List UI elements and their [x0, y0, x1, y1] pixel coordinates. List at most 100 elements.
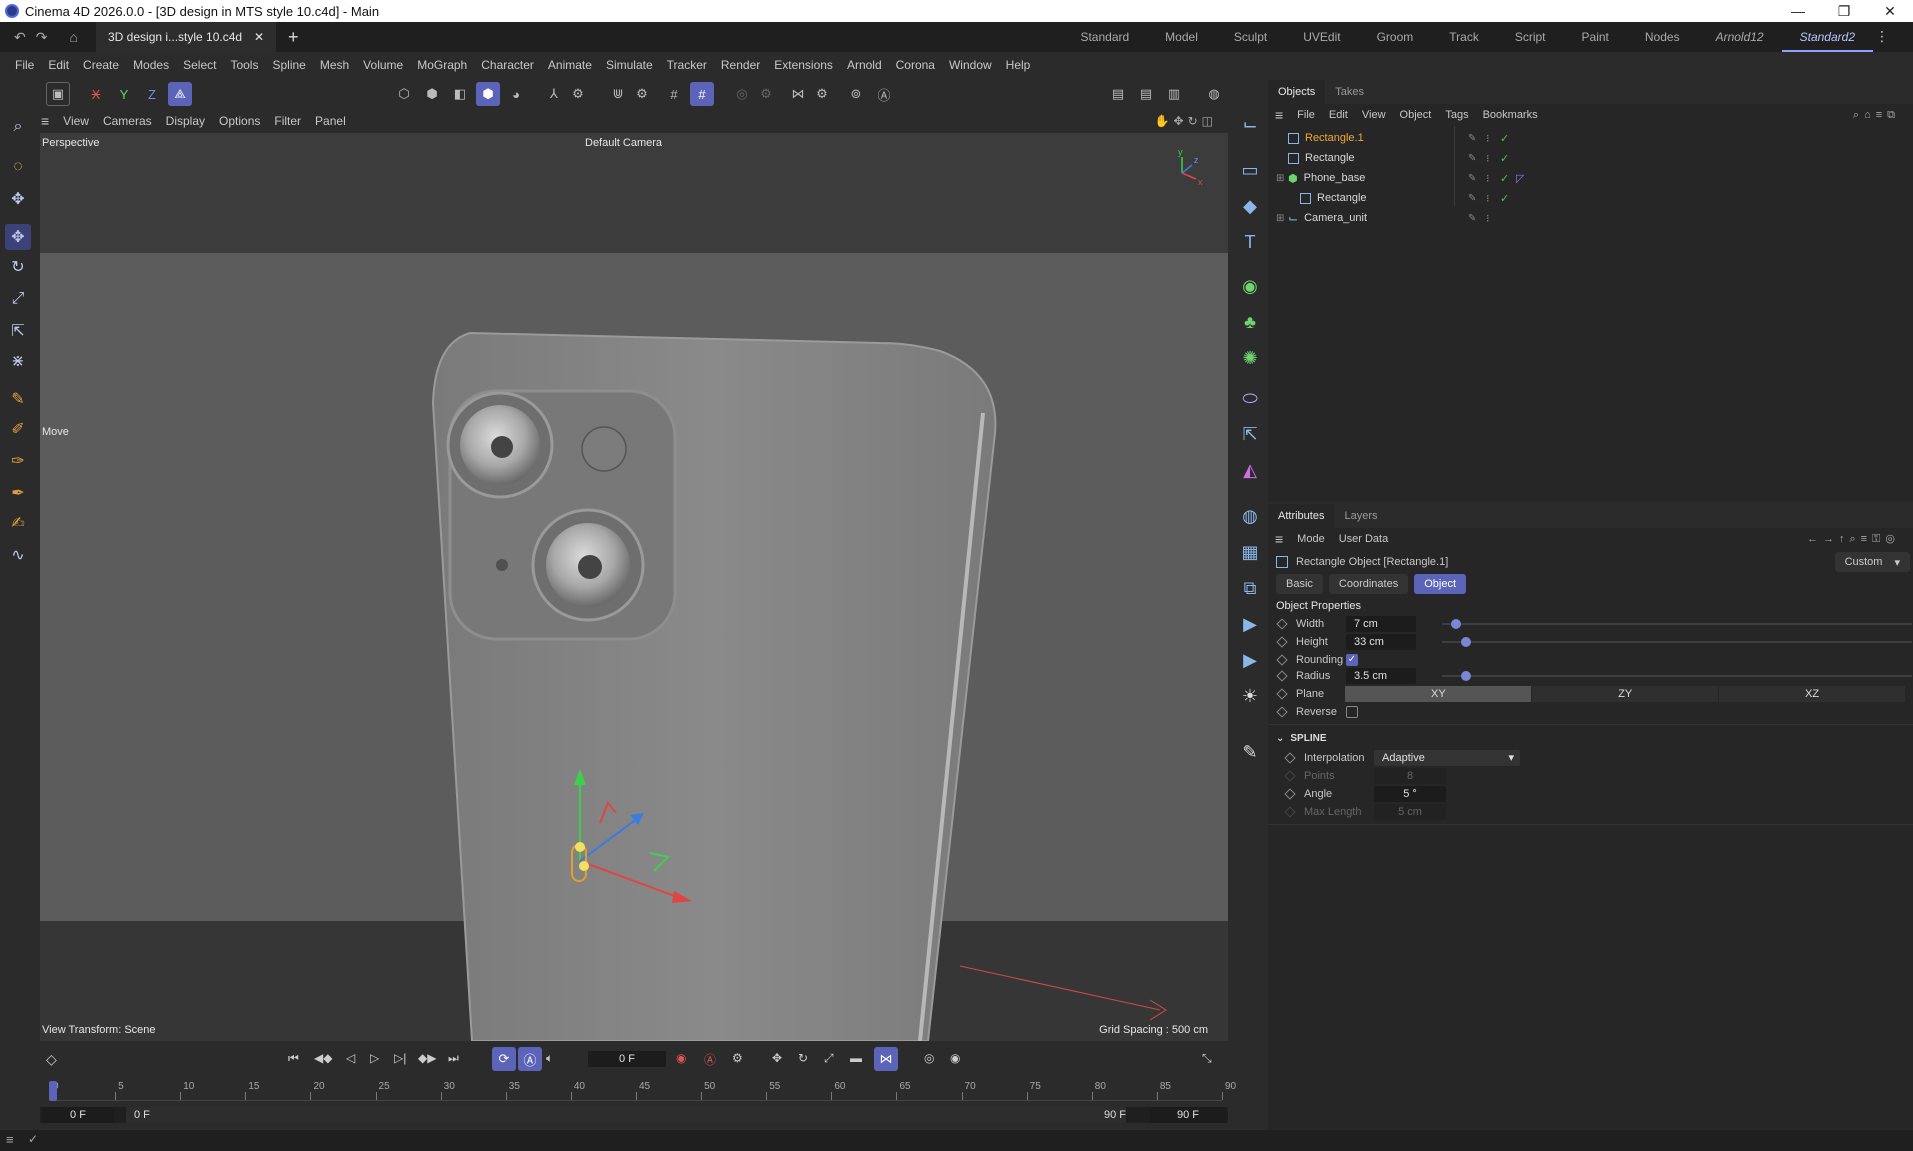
edit-icon[interactable]: ✎ [1468, 193, 1476, 204]
viewport-hamburger-icon[interactable]: ≡ [34, 113, 56, 129]
height-slider-knob[interactable] [1460, 637, 1471, 647]
layout-tab-script[interactable]: Script [1497, 30, 1564, 44]
document-tab[interactable]: 3D design i...style 10.c4d ✕ [96, 22, 276, 52]
objects-toolbar-icons[interactable]: ⌕⌂≡⧉ [1846, 109, 1907, 122]
live-selection-icon[interactable]: ◌ [5, 154, 31, 180]
camera-object-icon[interactable]: ▦ [1236, 538, 1264, 566]
current-frame-input[interactable]: 0 F [588, 1051, 666, 1067]
soft-selection-icon[interactable]: ◎ [730, 82, 754, 106]
spline-section-header[interactable]: ⌄ SPLINE [1276, 728, 1906, 748]
minimize-button[interactable]: — [1775, 0, 1821, 22]
model-mode-icon[interactable]: ⬢ [476, 82, 500, 106]
light-icon[interactable]: ☀ [1236, 682, 1264, 710]
menu-volume[interactable]: Volume [356, 58, 410, 72]
render-settings-icon[interactable]: ◍ [1202, 82, 1226, 106]
object-name[interactable]: Camera_unit [1304, 212, 1444, 224]
key-scale-icon[interactable]: ⤢ [824, 1051, 834, 1066]
plane-option-zy[interactable]: ZY [1532, 686, 1719, 702]
objects-menu-view[interactable]: View [1355, 109, 1393, 121]
layout-tab-sculpt[interactable]: Sculpt [1216, 30, 1285, 44]
keyframe-diamond-icon[interactable] [1276, 654, 1288, 666]
viewport-camera-label[interactable]: Default Camera [585, 137, 662, 149]
layout-tab-nodes[interactable]: Nodes [1627, 30, 1698, 44]
prev-key-icon[interactable]: ◀◆ [314, 1051, 332, 1065]
keyframe-mode-icon[interactable]: ◇ [46, 1051, 57, 1068]
redo-icon[interactable]: ↷ [36, 29, 48, 46]
layout-tab-uvedit[interactable]: UVEdit [1285, 30, 1358, 44]
undo-icon[interactable]: ↶ [14, 29, 26, 46]
soft-selection-settings-icon[interactable]: ⚙ [754, 82, 778, 106]
objects-hamburger-icon[interactable]: ≡ [1268, 107, 1290, 123]
object-name[interactable]: Phone_base [1304, 172, 1444, 184]
radius-slider-knob[interactable] [1460, 671, 1471, 681]
keyframe-diamond-icon[interactable] [1276, 636, 1288, 648]
viewport-nav-icons[interactable]: ✋✥↻◫ [1148, 114, 1224, 128]
x-axis-toggle[interactable]: X [84, 82, 108, 106]
subdivision-surface-icon[interactable]: ◉ [1236, 272, 1264, 300]
brush-icon[interactable]: ✒ [5, 480, 31, 506]
menu-mesh[interactable]: Mesh [313, 58, 356, 72]
next-key-icon[interactable]: ◆▶ [418, 1051, 436, 1065]
objects-menu-tags[interactable]: Tags [1438, 109, 1475, 121]
keyframe-diamond-icon[interactable] [1276, 670, 1288, 682]
auto-record-icon[interactable]: Ⓐ [704, 1051, 716, 1068]
edit-icon[interactable]: ✎ [1468, 213, 1476, 224]
key-pla-icon[interactable]: ⋈ [874, 1047, 898, 1071]
menu-spline[interactable]: Spline [265, 58, 312, 72]
reverse-checkbox[interactable] [1346, 706, 1358, 718]
attributes-menu-user-data[interactable]: User Data [1332, 533, 1396, 545]
objects-menu-file[interactable]: File [1290, 109, 1322, 121]
menu-render[interactable]: Render [714, 58, 767, 72]
viewport-menu-filter[interactable]: Filter [267, 114, 308, 128]
render-view-icon[interactable]: ▤ [1134, 82, 1158, 106]
volume-icon[interactable]: ◭ [1236, 456, 1264, 484]
layout-tab-standard[interactable]: Standard [1062, 30, 1147, 44]
axis-mode-icon[interactable]: ⅄ [542, 82, 566, 106]
z-axis-toggle[interactable]: Z [140, 82, 164, 106]
list-item[interactable]: ⊞ ⬢ Phone_base ⁝ ✎ ✓ ◸ [1268, 168, 1913, 188]
workplane-icon[interactable]: # [690, 82, 714, 106]
object-name[interactable]: Rectangle.1 [1305, 132, 1445, 144]
grid-icon[interactable]: # [662, 82, 686, 106]
environment-icon[interactable]: ◍ [1236, 502, 1264, 530]
tag-icon[interactable]: ✎ [1236, 738, 1264, 766]
viewport-menu-display[interactable]: Display [159, 114, 212, 128]
render-camera-icon[interactable]: ⧉ [1236, 574, 1264, 602]
width-slider-knob[interactable] [1451, 619, 1462, 629]
viewport-projection-label[interactable]: Perspective [42, 137, 99, 149]
rectangle-spline-icon[interactable]: ▭ [1236, 156, 1264, 184]
tab-takes[interactable]: Takes [1325, 80, 1374, 104]
maximize-button[interactable]: ❐ [1821, 0, 1867, 22]
uv-mode-icon[interactable]: ◕ [504, 82, 528, 106]
move-tool-icon[interactable]: ✥ [5, 224, 31, 250]
cloner-icon[interactable]: ♣ [1236, 308, 1264, 336]
plane-option-xy[interactable]: XY [1345, 686, 1532, 702]
close-tab-icon[interactable]: ✕ [254, 30, 264, 44]
effector-icon[interactable]: ✺ [1236, 344, 1264, 372]
list-item[interactable]: Rectangle ⁝ ✎ ✓ [1268, 188, 1913, 208]
selection-tools-icon[interactable]: ✥ [5, 186, 31, 212]
sub-tab-basic[interactable]: Basic [1276, 574, 1323, 594]
hamburger-icon[interactable]: ≡ [6, 1132, 14, 1147]
spline-smooth-icon[interactable]: ✑ [5, 448, 31, 474]
preset-dropdown[interactable]: Custom ▾ [1834, 552, 1910, 572]
render-to-picture-viewer-icon[interactable]: ▥ [1162, 82, 1186, 106]
visibility-icon[interactable]: ⁝ [1486, 132, 1490, 145]
spline-sketch-icon[interactable]: ✐ [5, 416, 31, 442]
tag-icon[interactable]: ◸ [1516, 172, 1524, 185]
keyframe-diamond-icon[interactable] [1284, 788, 1296, 800]
y-axis-toggle[interactable]: Y [112, 82, 136, 106]
menu-tracker[interactable]: Tracker [660, 58, 714, 72]
radius-slider[interactable] [1442, 671, 1912, 681]
sub-tab-object[interactable]: Object [1414, 574, 1467, 594]
coordinate-system-icon[interactable]: ⟁ [168, 82, 192, 106]
visibility-icon[interactable]: ⁝ [1486, 152, 1490, 165]
go-to-start-icon[interactable]: ⏮ [288, 1051, 299, 1066]
range-end-slider-label[interactable]: 90 F [1104, 1107, 1126, 1123]
text-icon[interactable]: T [1236, 228, 1264, 256]
spline-arc-icon[interactable]: ∿ [5, 542, 31, 568]
menu-corona[interactable]: Corona [889, 58, 942, 72]
playhead[interactable] [49, 1081, 57, 1101]
menu-create[interactable]: Create [76, 58, 126, 72]
null-object-icon[interactable]: ⌙ [1236, 110, 1264, 138]
